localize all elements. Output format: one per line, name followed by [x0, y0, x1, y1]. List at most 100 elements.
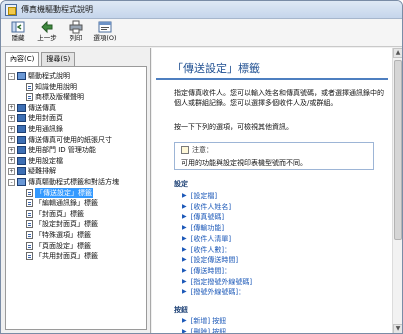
- vertical-scrollbar[interactable]: ▲ ▼: [392, 48, 402, 333]
- tree-item-label: 「共用封面頁」標籤: [35, 252, 98, 261]
- settings-link[interactable]: ▶ [設定傳送時間]: [182, 255, 238, 265]
- expand-icon[interactable]: +: [8, 167, 15, 175]
- tree-item[interactable]: - 傳真驅動程式標籤和對話方塊: [8, 177, 119, 187]
- settings-link[interactable]: ▶ [設定檔]: [182, 191, 217, 201]
- tree-item[interactable]: 「傳送設定」標籤: [26, 187, 93, 198]
- link-arrow-icon: ▶: [182, 277, 187, 285]
- settings-link-label: [收件人姓名]: [190, 202, 232, 211]
- tree-item[interactable]: + 傳送傳真可使用的紙張尺寸: [8, 135, 112, 145]
- tree-item-label: 驅動程式說明: [28, 72, 70, 80]
- print-button-label: 列印: [69, 34, 83, 42]
- link-arrow-icon: ▶: [182, 256, 187, 264]
- link-arrow-icon: ▶: [182, 317, 187, 324]
- tree-item[interactable]: 「封面頁」標籤: [26, 209, 84, 219]
- back-arrow-icon: [41, 20, 53, 34]
- tree-item-label: 「傳送設定」標籤: [35, 187, 93, 198]
- button-link[interactable]: ▶ [新增] 按鈕: [182, 316, 226, 326]
- settings-link[interactable]: ▶ [傳送時間]：: [182, 266, 231, 276]
- options-button[interactable]: 選項(O): [92, 19, 118, 47]
- tree-item[interactable]: 「設定封面頁」標籤: [26, 219, 98, 229]
- page-icon: [26, 241, 33, 250]
- buttons-section-label: 按鈕: [174, 306, 188, 314]
- settings-link[interactable]: ▶ [收件人數]：: [182, 245, 231, 255]
- window-title: 傳真機驅動程式說明: [21, 5, 93, 14]
- topic-heading: 「傳送設定」標籤: [156, 60, 388, 80]
- settings-link[interactable]: ▶ [收件人清單]: [182, 234, 231, 244]
- book-icon: [17, 146, 26, 155]
- note-title-text: 注意：: [192, 146, 213, 154]
- tree-item[interactable]: 「編輯通訊錄」標籤: [26, 198, 98, 208]
- toolbar: 隱藏 上一步 列印 選項(O): [1, 19, 402, 47]
- expand-icon[interactable]: +: [8, 125, 15, 133]
- button-link[interactable]: ▶ [刪除] 按鈕: [182, 327, 226, 334]
- tree-item-label: 「封面頁」標籤: [35, 209, 84, 218]
- tree-item[interactable]: + 使用通訊錄: [8, 124, 63, 134]
- settings-link-label: [設定傳送時間]: [190, 256, 239, 265]
- expand-icon[interactable]: +: [8, 157, 15, 165]
- scroll-up-icon[interactable]: ▲: [393, 48, 402, 58]
- settings-link[interactable]: ▶ [收件人姓名]: [182, 202, 231, 212]
- page-icon: [26, 220, 33, 229]
- tree-item[interactable]: + 使用封面頁: [8, 113, 63, 123]
- note-icon: [181, 146, 189, 154]
- tree-item[interactable]: + 使用設定檔: [8, 156, 63, 166]
- expand-icon[interactable]: +: [8, 104, 15, 112]
- settings-link[interactable]: ▶ [撥號外線號碼]：: [182, 287, 245, 297]
- page-icon: [26, 231, 33, 239]
- tree-item-label: 「特殊選項」標籤: [35, 231, 91, 239]
- print-button[interactable]: 列印: [63, 19, 89, 47]
- settings-link[interactable]: ▶ [傳輸功能]: [182, 223, 224, 233]
- title-bar[interactable]: 傳真機驅動程式說明: [1, 1, 402, 19]
- open-book-icon: [17, 72, 26, 80]
- tree-item-label: 「設定封面頁」標籤: [35, 220, 98, 229]
- page-icon: [26, 252, 33, 261]
- link-arrow-icon: ▶: [182, 288, 187, 296]
- note-box: 注意： 可用的功能與設定視印表機型號而不同。: [174, 142, 374, 170]
- open-book-icon: [17, 178, 26, 186]
- settings-link-label: [收件人清單]: [190, 234, 232, 243]
- tree-item[interactable]: + 使用部門 ID 管理功能: [8, 145, 96, 155]
- scroll-down-icon[interactable]: ▼: [393, 324, 402, 333]
- contents-tree[interactable]: - 驅動程式說明 知識使用說明 商標及版權聲明 + 傳送傳真 + 使用封面頁 + 使用通訊錄 + 傳送…: [5, 66, 147, 330]
- tree-item[interactable]: 商標及版權聲明: [26, 92, 84, 102]
- settings-link[interactable]: ▶ [指定撥號外線號碼]: [182, 277, 252, 287]
- hide-button[interactable]: 隱藏: [5, 19, 31, 47]
- tab-contents[interactable]: 內容(C): [5, 52, 40, 67]
- options-icon: [98, 21, 112, 33]
- help-window: 傳真機驅動程式說明 隱藏 上一步 列印 選項(O) 內容(C) 搜尋(S) - …: [0, 0, 403, 334]
- scroll-thumb[interactable]: [394, 60, 402, 240]
- collapse-icon[interactable]: -: [8, 178, 15, 186]
- help-app-icon: [5, 3, 17, 16]
- button-link-label: [新增] 按鈕: [190, 317, 227, 325]
- settings-link[interactable]: ▶ [傳真號碼]: [182, 212, 224, 222]
- tree-item[interactable]: 知識使用說明: [26, 82, 77, 92]
- settings-link-label: [撥號外線號碼]：: [190, 288, 246, 297]
- book-icon: [17, 167, 26, 176]
- tree-item[interactable]: 「特殊選項」標籤: [26, 230, 91, 240]
- tree-item[interactable]: 「頁面設定」標籤: [26, 241, 91, 251]
- tab-search[interactable]: 搜尋(S): [41, 52, 76, 66]
- navigation-pane: 內容(C) 搜尋(S) - 驅動程式說明 知識使用說明 商標及版權聲明 + 傳送傳真 + 使用…: [1, 48, 151, 333]
- collapse-icon[interactable]: -: [8, 72, 15, 80]
- tree-item-label: 傳送傳真可使用的紙張尺寸: [28, 135, 112, 144]
- tree-item-label: 使用封面頁: [28, 114, 63, 123]
- tree-item[interactable]: 「共用封面頁」標籤: [26, 251, 98, 261]
- link-arrow-icon: ▶: [182, 202, 187, 210]
- link-arrow-icon: ▶: [182, 192, 187, 199]
- tree-item[interactable]: + 傳送傳真: [8, 103, 56, 113]
- tree-item-label: 商標及版權聲明: [35, 93, 84, 102]
- expand-icon[interactable]: +: [8, 114, 15, 122]
- tree-item[interactable]: - 驅動程式說明: [8, 71, 70, 81]
- back-button[interactable]: 上一步: [34, 19, 60, 47]
- tree-item-label: 使用設定檔: [28, 156, 63, 165]
- tree-item-label: 使用通訊錄: [28, 125, 63, 133]
- tree-item-label: 「頁面設定」標籤: [35, 241, 91, 250]
- book-icon: [17, 135, 26, 144]
- expand-icon[interactable]: +: [8, 136, 15, 144]
- link-arrow-icon: ▶: [182, 327, 187, 334]
- link-arrow-icon: ▶: [182, 245, 187, 253]
- tree-item[interactable]: + 疑難排解: [8, 166, 56, 176]
- expand-icon[interactable]: +: [8, 146, 15, 154]
- topic-content: 「傳送設定」標籤 指定傳真收件人。您可以輸入姓名和傳真號碼，或者選擇通訊錄中的個…: [152, 48, 392, 334]
- back-button-label: 上一步: [37, 34, 57, 42]
